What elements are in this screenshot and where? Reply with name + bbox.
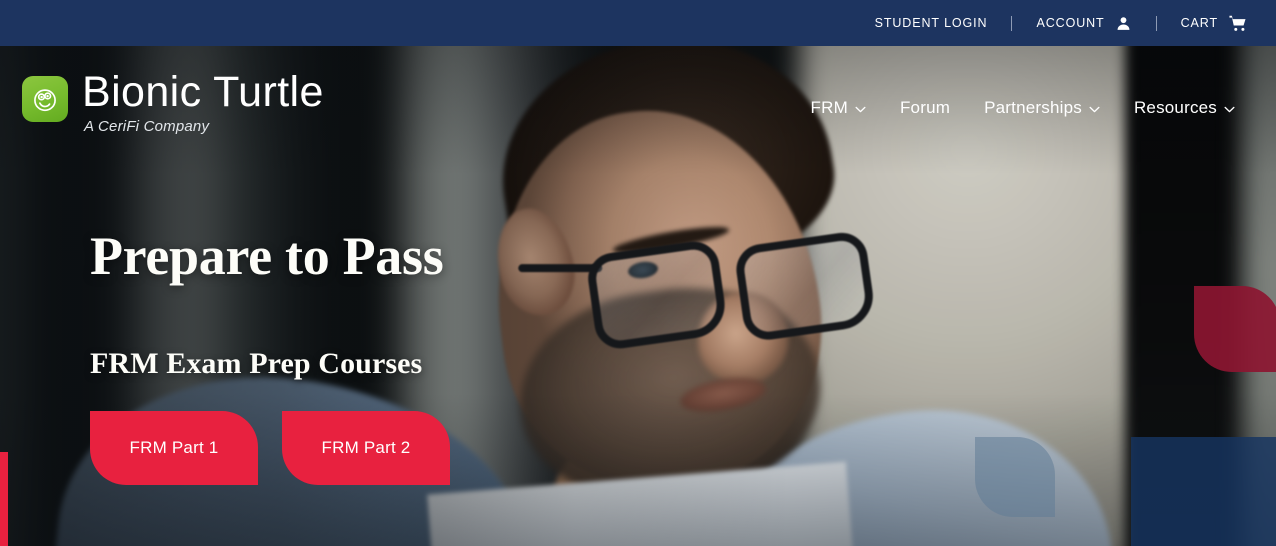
brand-tagline: A CeriFi Company — [84, 117, 210, 135]
hero-title: Prepare to Pass — [90, 226, 444, 286]
brand-name: Bionic Turtle — [82, 68, 324, 116]
utility-divider — [1155, 15, 1157, 31]
utility-bar-links: STUDENT LOGIN ACCOUNT CART — [875, 0, 1248, 46]
nav-item-forum[interactable]: Forum — [883, 90, 967, 126]
account-label: ACCOUNT — [1036, 16, 1105, 30]
brand-text: Bionic Turtle A CeriFi Company — [82, 68, 324, 135]
chevron-down-icon — [1089, 106, 1100, 113]
chevron-down-icon — [855, 106, 866, 113]
nav-item-label: Partnerships — [984, 98, 1082, 117]
main-navigation: FRM Forum Partnerships Resources — [794, 90, 1252, 126]
utility-divider — [1011, 15, 1013, 31]
site-header: Bionic Turtle A CeriFi Company FRM Forum… — [0, 46, 1276, 166]
nav-item-resources[interactable]: Resources — [1117, 90, 1252, 126]
frm-part-1-button[interactable]: FRM Part 1 — [90, 411, 258, 486]
frm-part-2-button[interactable]: FRM Part 2 — [282, 411, 450, 486]
nav-item-label: Resources — [1133, 98, 1217, 117]
nav-item-label: FRM — [810, 98, 848, 117]
nav-item-frm[interactable]: FRM — [794, 90, 883, 126]
decor-blue-block — [1131, 437, 1276, 546]
decor-red-accent-bar — [0, 452, 8, 546]
chevron-down-icon — [1224, 106, 1235, 113]
utility-bar: STUDENT LOGIN ACCOUNT CART — [0, 0, 1276, 46]
brand-logo-link[interactable]: Bionic Turtle A CeriFi Company — [22, 68, 324, 135]
student-login-link[interactable]: STUDENT LOGIN — [875, 16, 988, 30]
hero-subtitle: FRM Exam Prep Courses — [90, 347, 423, 381]
student-login-label: STUDENT LOGIN — [874, 16, 988, 30]
nav-item-label: Forum — [899, 98, 951, 117]
account-link[interactable]: ACCOUNT — [1036, 15, 1131, 32]
shopping-cart-icon — [1228, 14, 1248, 33]
nav-item-partnerships[interactable]: Partnerships — [967, 90, 1117, 126]
hero-page: STUDENT LOGIN ACCOUNT CART Bionic Turtle… — [0, 0, 1276, 546]
user-icon — [1115, 15, 1132, 32]
decor-maroon-leaf — [1194, 286, 1276, 372]
turtle-face-logo — [22, 76, 68, 122]
decor-gray-leaf — [975, 437, 1055, 517]
hero-cta-row: FRM Part 1 FRM Part 2 — [90, 411, 730, 486]
cart-label: CART — [1180, 16, 1218, 30]
cart-link[interactable]: CART — [1181, 14, 1248, 33]
hero-content: Prepare to Pass FRM Exam Prep Courses FR… — [90, 226, 730, 486]
